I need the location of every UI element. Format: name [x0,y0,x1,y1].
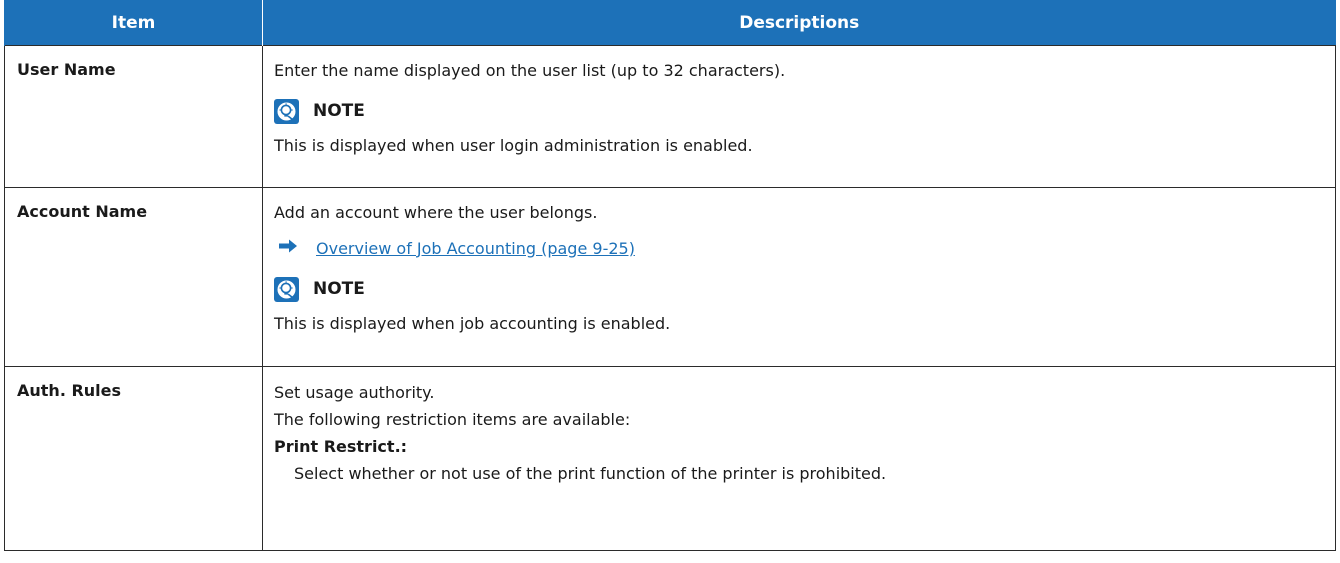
note-text: This is displayed when job accounting is… [274,314,671,333]
table-row-auth-rules: Auth. Rules Set usage authority. The fol… [4,366,1336,551]
note-label: NOTE [313,279,365,299]
desc-text: Enter the name displayed on the user lis… [274,61,786,80]
desc-user-name: Enter the name displayed on the user lis… [262,45,1336,188]
item-user-name: User Name [4,45,263,188]
lightbulb-note-icon [274,276,299,302]
table-row-user-name: User Name Enter the name displayed on th… [4,45,1336,188]
print-restrict-heading: Print Restrict.: [274,437,408,456]
overview-job-accounting-link[interactable]: Overview of Job Accounting (page 9-25) [316,239,635,258]
print-restrict-text: Select whether or not use of the print f… [294,464,887,483]
desc-account-name: Add an account where the user belongs. O… [262,187,1336,367]
desc-text-1: Set usage authority. [274,383,435,402]
item-auth-rules: Auth. Rules [4,366,263,551]
note-label: NOTE [313,101,365,121]
item-account-name: Account Name [4,187,263,367]
desc-text-2: The following restriction items are avai… [274,410,631,429]
arrow-right-icon [278,238,304,259]
settings-table: Item Descriptions User Name Enter the na… [4,0,1336,551]
link-line: Overview of Job Accounting (page 9-25) [274,235,1335,261]
note-header: NOTE [274,273,1335,305]
header-item: Item [4,0,263,46]
header-descriptions: Descriptions [262,0,1336,46]
table-row-account-name: Account Name Add an account where the us… [4,187,1336,367]
desc-text: Add an account where the user belongs. [274,203,598,222]
lightbulb-note-icon [274,98,299,124]
note-header: NOTE [274,95,1335,127]
table-header-row: Item Descriptions [4,0,1336,46]
note-text: This is displayed when user login admini… [274,136,753,155]
desc-auth-rules: Set usage authority. The following restr… [262,366,1336,551]
